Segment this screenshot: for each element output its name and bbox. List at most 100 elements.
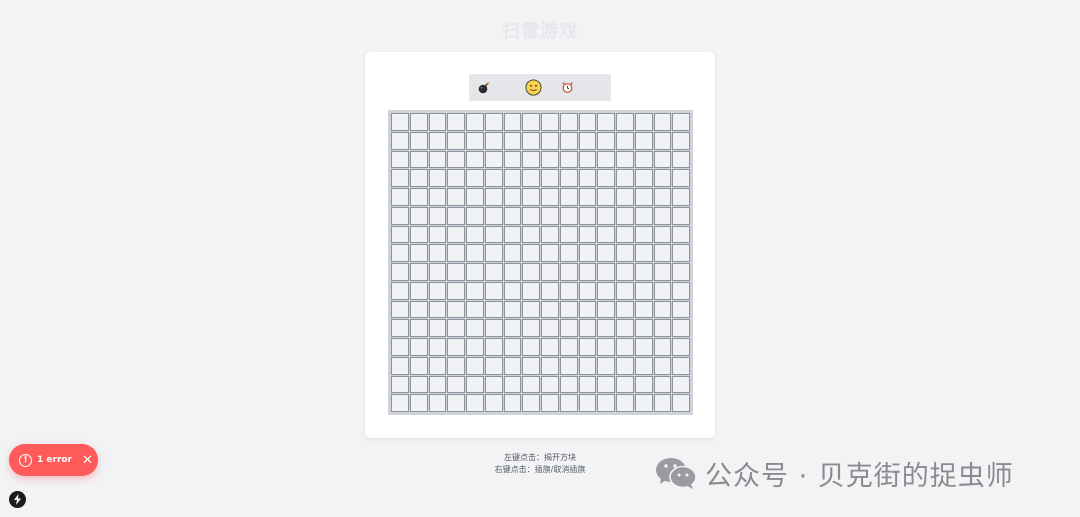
mine-cell[interactable]	[634, 394, 653, 412]
mine-cell[interactable]	[597, 131, 615, 150]
mine-cell[interactable]	[409, 206, 428, 225]
mine-cell[interactable]	[447, 281, 465, 300]
mine-cell[interactable]	[559, 188, 578, 206]
mine-cell[interactable]	[541, 131, 559, 150]
mine-cell[interactable]	[522, 319, 540, 337]
mine-cell[interactable]	[503, 131, 522, 150]
mine-cell[interactable]	[653, 356, 672, 375]
mine-cell[interactable]	[559, 300, 578, 319]
mine-cell[interactable]	[391, 188, 409, 206]
mine-cell[interactable]	[578, 225, 597, 244]
mine-cell[interactable]	[428, 113, 447, 131]
mine-cell[interactable]	[634, 356, 653, 375]
mine-cell[interactable]	[616, 206, 634, 225]
mine-cell[interactable]	[484, 225, 503, 244]
mine-cell[interactable]	[466, 394, 484, 412]
mine-cell[interactable]	[409, 338, 428, 356]
mine-cell[interactable]	[672, 169, 690, 187]
mine-cell[interactable]	[428, 300, 447, 319]
mine-cell[interactable]	[428, 150, 447, 169]
mine-cell[interactable]	[634, 300, 653, 319]
mine-cell[interactable]	[503, 338, 522, 356]
reset-face-button[interactable]	[523, 74, 543, 101]
mine-cell[interactable]	[541, 150, 559, 169]
mine-cell[interactable]	[634, 263, 653, 281]
mine-cell[interactable]	[597, 338, 615, 356]
mine-cell[interactable]	[447, 338, 465, 356]
mine-cell[interactable]	[484, 281, 503, 300]
mine-cell[interactable]	[466, 113, 484, 131]
mine-cell[interactable]	[578, 113, 597, 131]
mine-cell[interactable]	[503, 300, 522, 319]
mine-cell[interactable]	[391, 394, 409, 412]
mine-cell[interactable]	[503, 169, 522, 187]
mine-cell[interactable]	[503, 113, 522, 131]
mine-cell[interactable]	[447, 206, 465, 225]
mine-cell[interactable]	[653, 338, 672, 356]
mine-cell[interactable]	[391, 150, 409, 169]
mine-cell[interactable]	[409, 394, 428, 412]
mine-cell[interactable]	[522, 131, 540, 150]
mine-cell[interactable]	[559, 150, 578, 169]
mine-cell[interactable]	[541, 263, 559, 281]
mine-cell[interactable]	[541, 188, 559, 206]
mine-cell[interactable]	[428, 263, 447, 281]
mine-cell[interactable]	[672, 338, 690, 356]
mine-cell[interactable]	[503, 281, 522, 300]
mine-cell[interactable]	[447, 169, 465, 187]
mine-cell[interactable]	[484, 206, 503, 225]
mine-cell[interactable]	[672, 188, 690, 206]
mine-cell[interactable]	[428, 338, 447, 356]
mine-cell[interactable]	[484, 319, 503, 337]
mine-cell[interactable]	[503, 356, 522, 375]
mine-cell[interactable]	[391, 375, 409, 394]
mine-cell[interactable]	[672, 131, 690, 150]
mine-cell[interactable]	[578, 338, 597, 356]
mine-cell[interactable]	[447, 375, 465, 394]
mine-cell[interactable]	[616, 356, 634, 375]
mine-cell[interactable]	[409, 113, 428, 131]
mine-cell[interactable]	[428, 188, 447, 206]
mine-cell[interactable]	[597, 113, 615, 131]
mine-cell[interactable]	[634, 188, 653, 206]
mine-cell[interactable]	[559, 131, 578, 150]
mine-cell[interactable]	[391, 225, 409, 244]
mine-cell[interactable]	[541, 206, 559, 225]
mine-cell[interactable]	[672, 375, 690, 394]
mine-cell[interactable]	[616, 244, 634, 262]
mine-cell[interactable]	[578, 375, 597, 394]
mine-cell[interactable]	[522, 188, 540, 206]
mine-cell[interactable]	[672, 263, 690, 281]
mine-cell[interactable]	[578, 206, 597, 225]
mine-cell[interactable]	[653, 225, 672, 244]
mine-cell[interactable]	[466, 244, 484, 262]
mine-cell[interactable]	[541, 300, 559, 319]
mine-cell[interactable]	[634, 150, 653, 169]
mine-cell[interactable]	[391, 206, 409, 225]
mine-cell[interactable]	[522, 263, 540, 281]
mine-cell[interactable]	[559, 394, 578, 412]
mine-cell[interactable]	[597, 188, 615, 206]
mine-cell[interactable]	[597, 206, 615, 225]
mine-cell[interactable]	[391, 169, 409, 187]
mine-cell[interactable]	[616, 300, 634, 319]
mine-cell[interactable]	[484, 394, 503, 412]
mine-cell[interactable]	[541, 319, 559, 337]
mine-cell[interactable]	[616, 131, 634, 150]
mine-cell[interactable]	[541, 375, 559, 394]
mine-cell[interactable]	[484, 263, 503, 281]
mine-cell[interactable]	[428, 206, 447, 225]
mine-cell[interactable]	[541, 338, 559, 356]
mine-cell[interactable]	[634, 169, 653, 187]
mine-cell[interactable]	[578, 131, 597, 150]
mine-cell[interactable]	[466, 150, 484, 169]
mine-cell[interactable]	[522, 375, 540, 394]
mine-cell[interactable]	[578, 281, 597, 300]
mine-cell[interactable]	[634, 225, 653, 244]
mine-cell[interactable]	[578, 300, 597, 319]
mine-cell[interactable]	[653, 113, 672, 131]
mine-cell[interactable]	[653, 375, 672, 394]
mine-cell[interactable]	[391, 131, 409, 150]
mine-cell[interactable]	[428, 131, 447, 150]
mine-cell[interactable]	[653, 244, 672, 262]
